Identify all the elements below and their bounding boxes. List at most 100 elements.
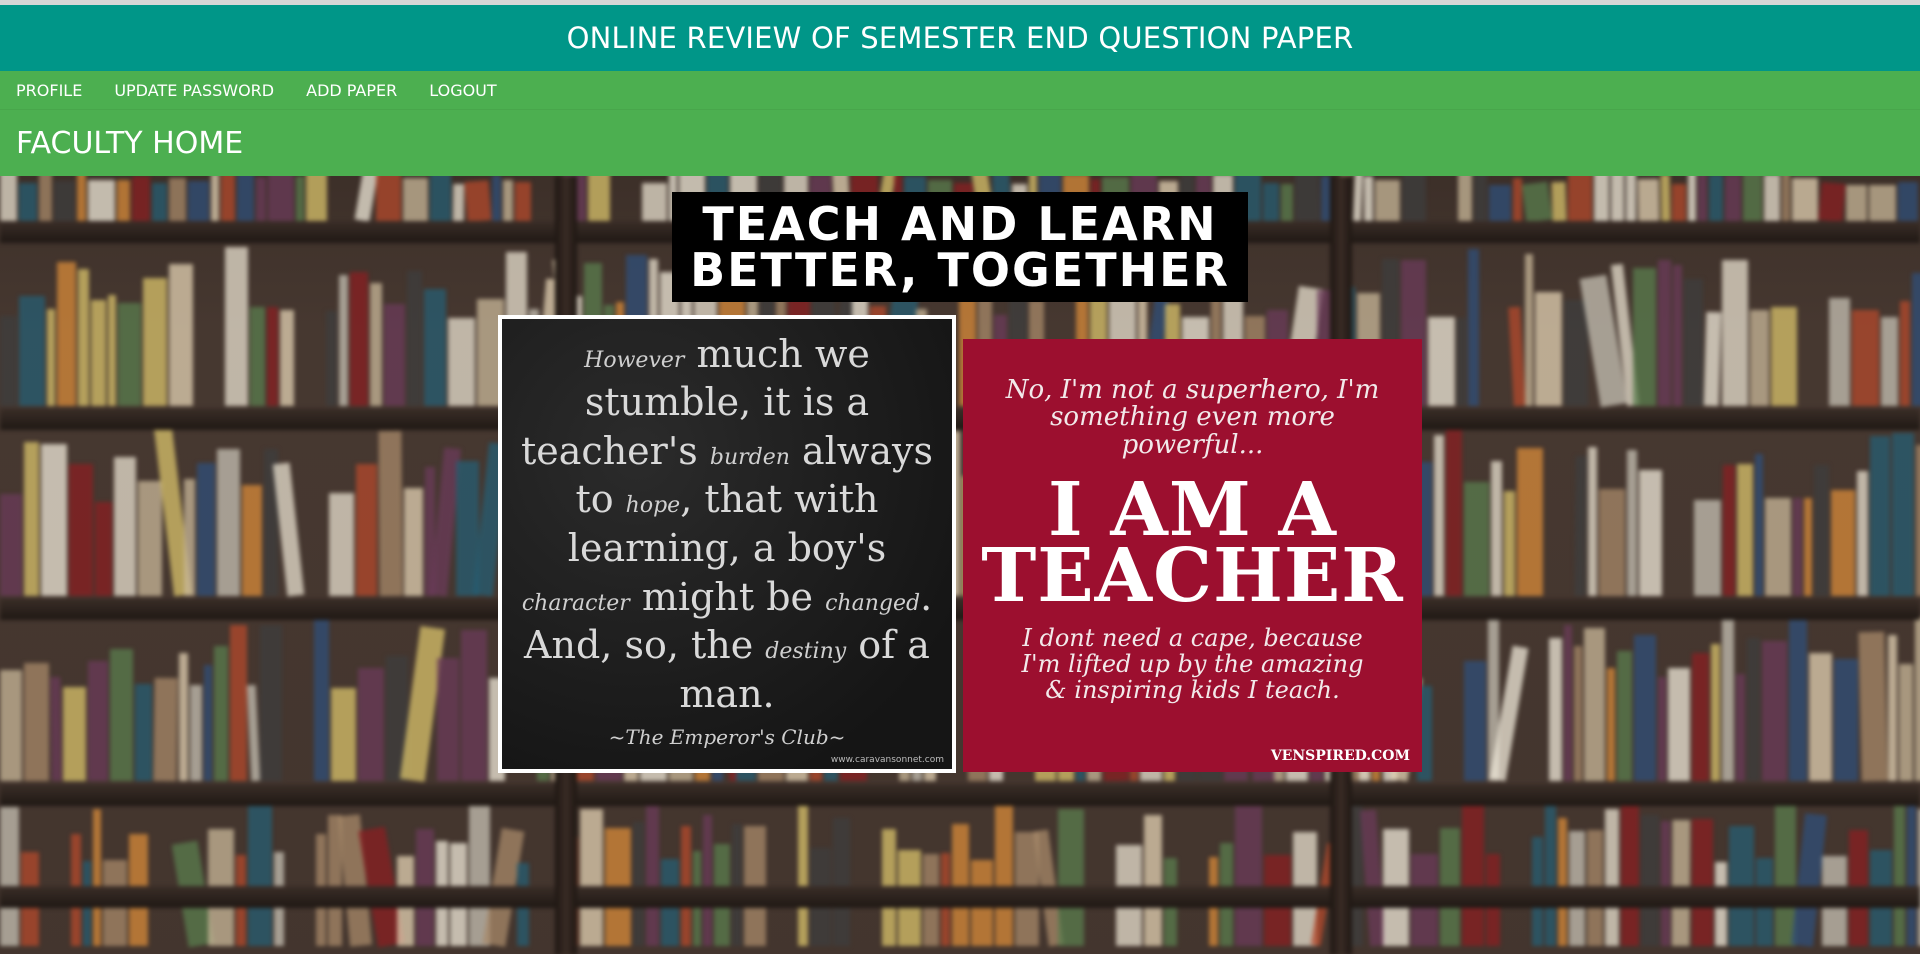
background-book bbox=[230, 625, 247, 781]
background-book bbox=[1789, 619, 1807, 781]
background-book bbox=[63, 687, 86, 781]
background-book bbox=[41, 444, 67, 596]
background-book bbox=[588, 176, 610, 221]
background-book bbox=[1513, 177, 1522, 221]
background-book bbox=[356, 464, 377, 596]
background-book bbox=[1793, 498, 1802, 596]
background-book bbox=[57, 262, 76, 406]
background-book bbox=[1641, 815, 1659, 946]
background-book bbox=[1627, 449, 1637, 596]
background-book bbox=[1688, 176, 1696, 221]
background-book bbox=[1535, 291, 1562, 406]
background-book bbox=[1711, 644, 1720, 781]
background-book bbox=[78, 269, 89, 406]
background-book bbox=[1637, 179, 1660, 222]
background-book bbox=[703, 815, 712, 946]
background-book bbox=[306, 176, 327, 221]
background-book bbox=[1144, 815, 1162, 946]
background-book bbox=[1521, 181, 1553, 223]
quote-script-word: character bbox=[521, 590, 630, 616]
background-book bbox=[197, 463, 215, 596]
background-book bbox=[225, 246, 248, 406]
background-book bbox=[242, 485, 262, 596]
background-book bbox=[1834, 659, 1858, 781]
background-book bbox=[1831, 489, 1855, 596]
main-nav: PROFILE UPDATE PASSWORD ADD PAPER LOGOUT bbox=[0, 71, 1920, 109]
background-book bbox=[1402, 176, 1426, 221]
background-shelf-board bbox=[0, 886, 1920, 908]
background-book bbox=[38, 176, 53, 222]
background-book bbox=[358, 667, 384, 781]
nav-add-paper[interactable]: ADD PAPER bbox=[306, 81, 397, 100]
background-book bbox=[1898, 181, 1918, 221]
background-book bbox=[19, 296, 45, 406]
background-book bbox=[217, 448, 240, 596]
background-book bbox=[1692, 652, 1709, 781]
background-book bbox=[250, 307, 265, 406]
background-book bbox=[1870, 435, 1890, 596]
background-book bbox=[1568, 176, 1592, 221]
background-book bbox=[91, 300, 106, 406]
background-book bbox=[1673, 264, 1682, 406]
background-book bbox=[798, 801, 808, 946]
background-book bbox=[204, 664, 212, 781]
background-book bbox=[1558, 818, 1567, 946]
background-book bbox=[1765, 497, 1791, 596]
banner-line-1: TEACH AND LEARN bbox=[702, 197, 1218, 251]
background-book bbox=[1792, 178, 1818, 221]
nav-logout[interactable]: LOGOUT bbox=[429, 81, 496, 100]
background-book bbox=[430, 176, 451, 221]
background-book bbox=[1294, 176, 1320, 222]
background-book bbox=[1764, 176, 1780, 221]
background-book bbox=[378, 431, 403, 597]
background-book bbox=[110, 648, 133, 781]
background-book bbox=[331, 688, 356, 781]
background-book bbox=[1722, 617, 1734, 781]
background-book bbox=[461, 630, 487, 781]
background-book bbox=[1599, 489, 1625, 596]
background-book bbox=[1709, 176, 1723, 221]
background-book bbox=[1869, 184, 1896, 221]
background-book bbox=[169, 264, 193, 406]
page-header: FACULTY HOME bbox=[0, 109, 1920, 176]
background-book bbox=[1846, 185, 1867, 221]
background-book bbox=[376, 176, 401, 221]
background-book bbox=[108, 295, 116, 406]
main-content: TEACH AND LEARN BETTER, TOGETHER However… bbox=[0, 176, 1920, 954]
background-book bbox=[833, 818, 850, 946]
background-book bbox=[1458, 176, 1472, 221]
background-book bbox=[1858, 631, 1888, 782]
background-book bbox=[114, 457, 136, 596]
background-book bbox=[1725, 176, 1741, 221]
background-book bbox=[1782, 176, 1790, 221]
background-book bbox=[184, 478, 195, 596]
quote-poster-image: However much we stumble, it is a teacher… bbox=[498, 315, 956, 773]
teacher-credit: VENSPIRED.COM bbox=[1270, 748, 1410, 764]
background-book bbox=[1504, 491, 1515, 596]
background-shelf-board bbox=[0, 784, 1920, 806]
background-book bbox=[633, 822, 644, 946]
background-book bbox=[1829, 298, 1850, 406]
background-book bbox=[1468, 248, 1479, 406]
background-book bbox=[260, 625, 282, 781]
quote-credit: www.caravansonnet.com bbox=[830, 755, 944, 765]
background-book bbox=[1658, 676, 1666, 781]
background-book bbox=[132, 176, 150, 221]
background-book bbox=[1428, 316, 1455, 406]
background-book bbox=[1771, 307, 1797, 406]
nav-profile[interactable]: PROFILE bbox=[16, 81, 82, 100]
background-book bbox=[339, 274, 348, 406]
background-book bbox=[211, 176, 219, 221]
background-book bbox=[1633, 267, 1656, 406]
background-book bbox=[515, 182, 531, 221]
background-book bbox=[1912, 272, 1920, 406]
background-book bbox=[1605, 809, 1619, 946]
background-book bbox=[1434, 435, 1444, 596]
background-book bbox=[1814, 464, 1829, 596]
background-book bbox=[452, 184, 465, 222]
background-book bbox=[267, 307, 278, 406]
background-book bbox=[93, 809, 101, 946]
background-book bbox=[995, 799, 1013, 946]
teacher-outro: I dont need a cape, because I'm lifted u… bbox=[1021, 624, 1364, 704]
nav-update-password[interactable]: UPDATE PASSWORD bbox=[114, 81, 274, 100]
